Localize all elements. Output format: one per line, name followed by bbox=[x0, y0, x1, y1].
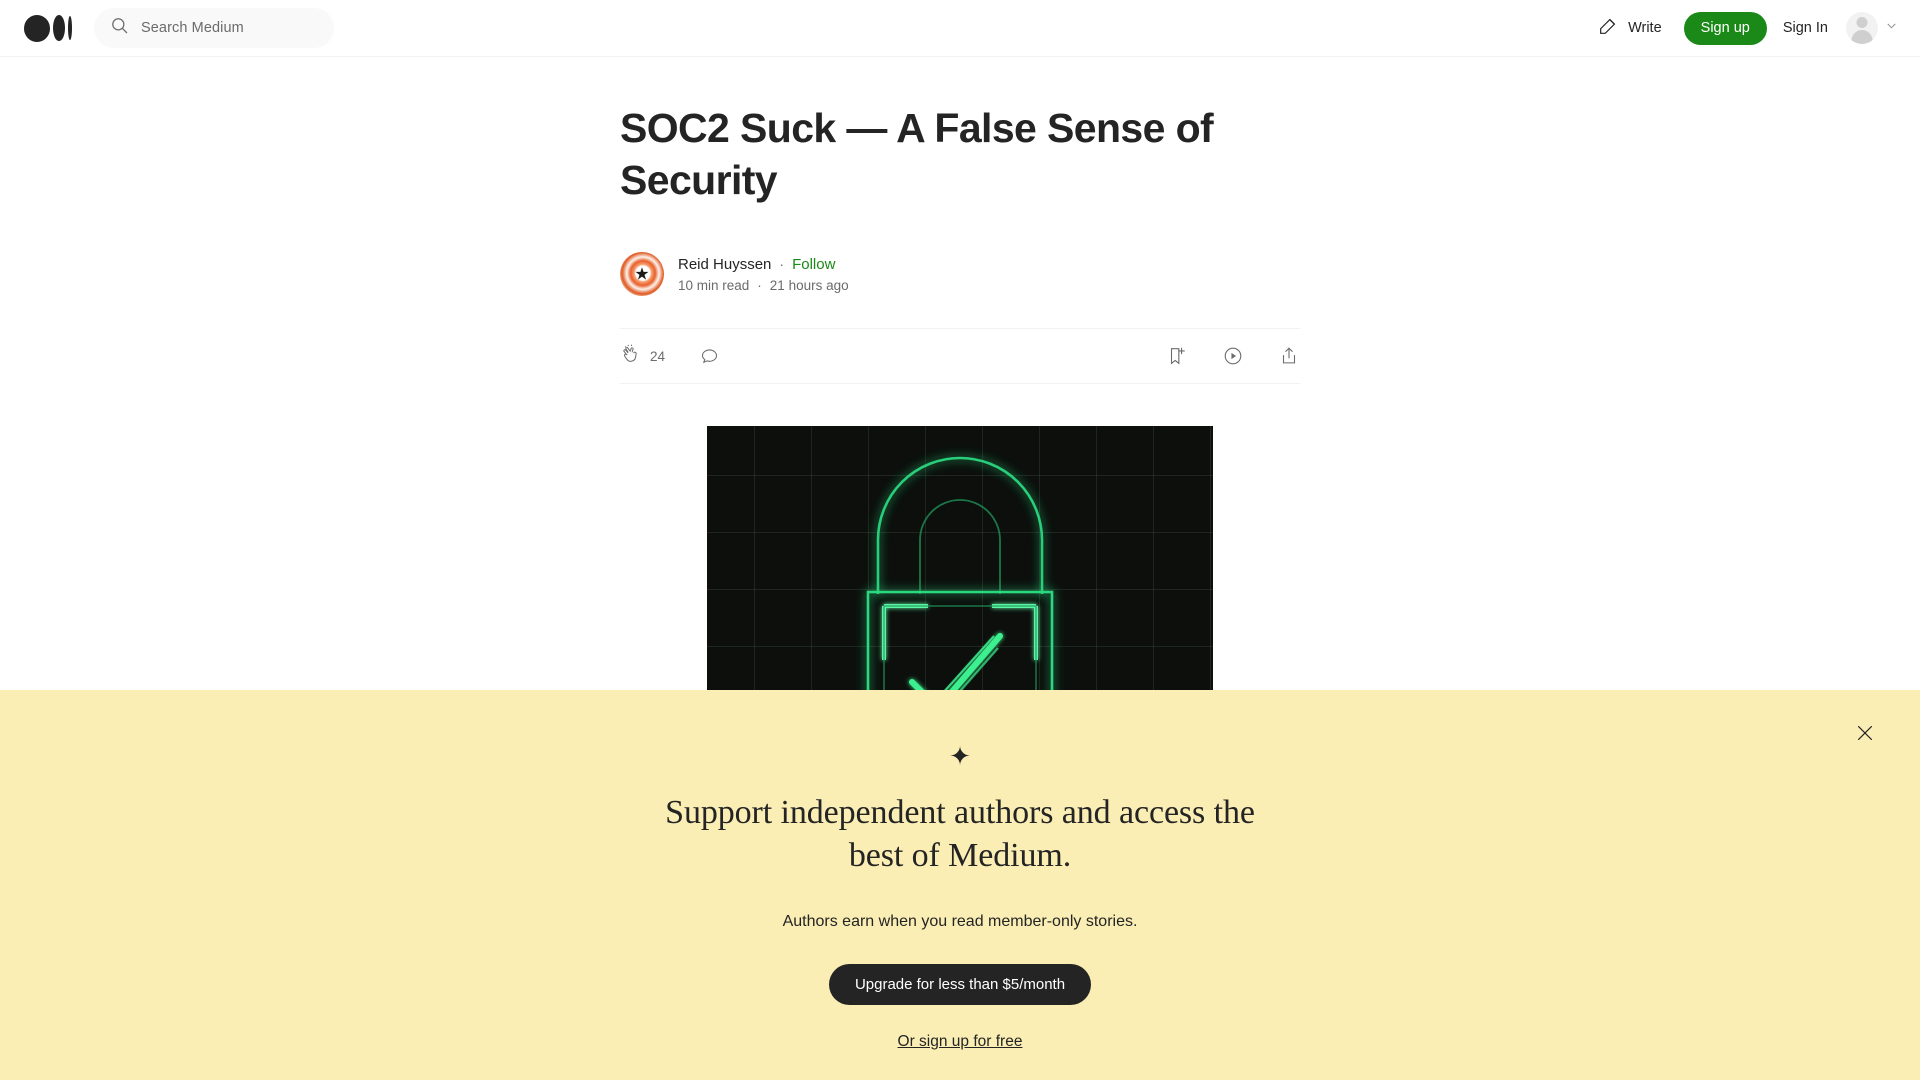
pencil-write-icon bbox=[1597, 15, 1619, 42]
play-circle-icon[interactable] bbox=[1222, 345, 1244, 367]
author-byline: ★ Reid Huyssen · Follow 10 min read · 21… bbox=[620, 252, 1300, 296]
banner-headline: Support independent authors and access t… bbox=[665, 794, 1255, 874]
medium-logo[interactable] bbox=[24, 14, 72, 42]
logo-circle-large bbox=[24, 14, 51, 42]
header-actions: Write Sign up Sign In bbox=[1583, 8, 1898, 48]
byline-primary-row: Reid Huyssen · Follow bbox=[678, 256, 849, 273]
sparkle-icon: ✦ bbox=[949, 741, 971, 771]
padlock-checkmark-illustration bbox=[707, 426, 1213, 726]
comment-button[interactable] bbox=[699, 346, 720, 367]
logo-bar-small bbox=[68, 16, 72, 40]
close-icon[interactable] bbox=[1852, 720, 1878, 746]
signin-button[interactable]: Sign In bbox=[1767, 20, 1844, 36]
byline-separator: · bbox=[779, 256, 785, 272]
padlock-icon bbox=[866, 456, 1054, 726]
meta-separator: · bbox=[757, 277, 762, 293]
follow-button[interactable]: Follow bbox=[792, 256, 835, 273]
publish-date: 21 hours ago bbox=[769, 277, 849, 293]
upgrade-button[interactable]: Upgrade for less than $5/month bbox=[828, 964, 1092, 1005]
clap-icon bbox=[620, 343, 641, 369]
byline-meta-row: 10 min read · 21 hours ago bbox=[678, 278, 849, 293]
avatar[interactable]: ★ bbox=[620, 252, 664, 296]
bookmark-add-icon[interactable] bbox=[1166, 345, 1188, 367]
share-icon[interactable] bbox=[1278, 345, 1300, 367]
toolbar-right-group bbox=[1166, 345, 1300, 367]
chevron-down-icon bbox=[1885, 19, 1898, 37]
byline-text: Reid Huyssen · Follow 10 min read · 21 h… bbox=[678, 256, 849, 293]
user-avatar-placeholder bbox=[1846, 12, 1878, 44]
page-title: SOC2 Suck — A False Sense of Security bbox=[620, 105, 1214, 203]
signup-free-link[interactable]: Or sign up for free bbox=[898, 1033, 1023, 1051]
write-label: Write bbox=[1628, 20, 1662, 36]
banner-subtitle: Authors earn when you read member-only s… bbox=[782, 913, 1138, 930]
read-time: 10 min read bbox=[678, 277, 750, 293]
article-container: SOC2 Suck — A False Sense of Security ★ … bbox=[620, 57, 1300, 726]
toolbar-left-group: 24 bbox=[620, 343, 720, 369]
search-input[interactable]: Search Medium bbox=[94, 8, 334, 48]
clap-button[interactable]: 24 bbox=[620, 343, 665, 369]
logo-ellipse-medium bbox=[53, 15, 66, 41]
article-toolbar: 24 bbox=[620, 328, 1300, 384]
search-icon bbox=[110, 16, 129, 40]
write-button[interactable]: Write bbox=[1583, 8, 1676, 48]
signup-button[interactable]: Sign up bbox=[1683, 11, 1767, 45]
membership-banner: ✦ Support independent authors and access… bbox=[0, 690, 1920, 1080]
site-header: Search Medium Write Sign up Sign In bbox=[0, 0, 1920, 57]
clap-count: 24 bbox=[650, 348, 666, 364]
account-menu[interactable] bbox=[1846, 12, 1898, 44]
author-avatar-figure: ★ bbox=[634, 264, 650, 284]
search-placeholder: Search Medium bbox=[141, 20, 244, 36]
author-name[interactable]: Reid Huyssen bbox=[678, 256, 771, 273]
